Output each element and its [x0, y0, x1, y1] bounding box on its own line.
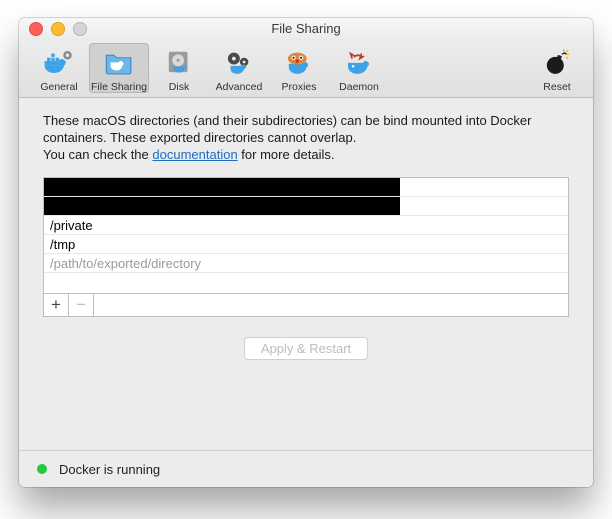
tab-label: General: [40, 81, 77, 93]
plus-icon: +: [51, 295, 61, 315]
minimize-icon[interactable]: [51, 22, 65, 36]
reset-button[interactable]: Reset: [531, 43, 583, 93]
titlebar: File Sharing: [19, 18, 593, 40]
redacted-path: [44, 178, 400, 196]
table-row[interactable]: [44, 197, 568, 216]
tab-label: Daemon: [339, 81, 379, 93]
add-remove-bar: + −: [43, 294, 569, 317]
description-line2-pre: You can check the: [43, 147, 152, 162]
table-row-placeholder[interactable]: /path/to/exported/directory: [44, 254, 568, 273]
tab-label: Advanced: [216, 81, 263, 93]
toolbar: General File Sharing: [19, 40, 593, 98]
status-text: Docker is running: [59, 462, 160, 477]
table-row[interactable]: /private: [44, 216, 568, 235]
content-pane: These macOS directories (and their subdi…: [19, 98, 593, 487]
tab-group: General File Sharing: [29, 43, 389, 93]
reset-label: Reset: [543, 81, 570, 93]
whale-mask-icon: [282, 45, 316, 79]
status-bar: Docker is running: [19, 450, 593, 487]
preferences-window: File Sharing General: [19, 18, 593, 487]
whale-disk-icon: [162, 45, 196, 79]
table-row[interactable]: [44, 178, 568, 197]
whale-daemon-icon: [342, 45, 376, 79]
path-value: /tmp: [50, 237, 75, 252]
remove-button[interactable]: −: [69, 294, 94, 316]
path-value: /private: [50, 218, 93, 233]
shared-paths-table[interactable]: /private /tmp /path/to/exported/director…: [43, 177, 569, 294]
apply-restart-button: Apply & Restart: [244, 337, 368, 360]
add-button[interactable]: +: [44, 294, 69, 316]
description-text: These macOS directories (and their subdi…: [43, 112, 569, 163]
whale-gear-icon: [42, 45, 76, 79]
zoom-icon: [73, 22, 87, 36]
tab-disk[interactable]: Disk: [149, 43, 209, 93]
tab-general[interactable]: General: [29, 43, 89, 93]
tab-label: Proxies: [281, 81, 316, 93]
window-title: File Sharing: [19, 21, 593, 36]
redacted-path: [44, 197, 400, 215]
status-dot-icon: [37, 464, 47, 474]
path-placeholder: /path/to/exported/directory: [50, 256, 201, 271]
minus-icon: −: [76, 295, 86, 315]
tab-file-sharing[interactable]: File Sharing: [89, 43, 149, 93]
apply-label: Apply & Restart: [261, 341, 351, 356]
whale-folder-icon: [102, 45, 136, 79]
tab-proxies[interactable]: Proxies: [269, 43, 329, 93]
close-icon[interactable]: [29, 22, 43, 36]
tab-daemon[interactable]: Daemon: [329, 43, 389, 93]
whale-gears-icon: [222, 45, 256, 79]
description-line1: These macOS directories (and their subdi…: [43, 113, 531, 145]
tab-advanced[interactable]: Advanced: [209, 43, 269, 93]
bomb-icon: [540, 45, 574, 79]
description-line2-post: for more details.: [238, 147, 335, 162]
table-row[interactable]: /tmp: [44, 235, 568, 254]
documentation-link[interactable]: documentation: [152, 147, 237, 162]
tab-label: Disk: [169, 81, 189, 93]
tab-label: File Sharing: [91, 81, 147, 93]
